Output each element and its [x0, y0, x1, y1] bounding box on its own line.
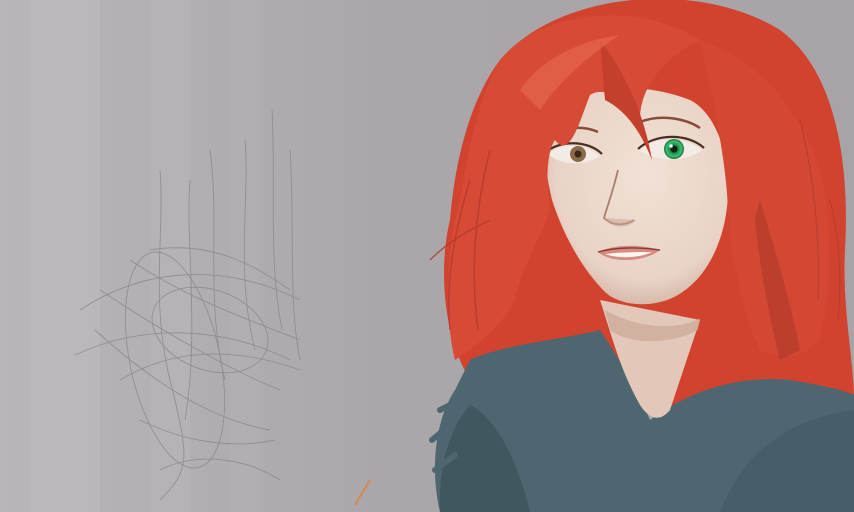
portrait-painting [0, 0, 854, 512]
background-light-streak [150, 0, 190, 512]
painting-canvas [0, 0, 854, 512]
background-light-streak [230, 0, 260, 512]
background-light-streak [30, 0, 100, 512]
